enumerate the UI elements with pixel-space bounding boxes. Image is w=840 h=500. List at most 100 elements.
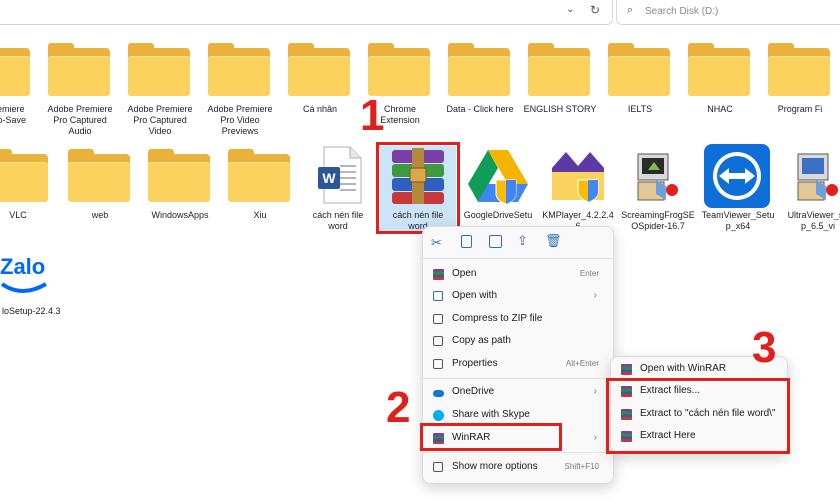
open-with-icon <box>433 291 443 301</box>
folder-icon <box>368 43 430 96</box>
file-label: TeamViewer_Setu p_x64 <box>701 210 775 231</box>
menu-item-shortcut: Alt+Enter <box>565 359 599 368</box>
folder-item[interactable]: web <box>58 149 142 246</box>
folder-item[interactable]: be Premiere ro Auto-Save <box>0 44 42 140</box>
menu-item-label: Show more options <box>452 461 538 472</box>
chevron-right-icon: › <box>593 386 597 397</box>
step-number-1: 1 <box>360 91 385 140</box>
menu-item-label: OneDrive <box>452 386 495 397</box>
folder-label: Xiu <box>253 210 267 220</box>
step-number-2: 2 <box>386 383 411 432</box>
share-icon[interactable]: ⇪ <box>517 233 528 249</box>
folder-item[interactable]: Cá nhân <box>278 43 362 140</box>
installer-icon <box>634 150 682 204</box>
folder-label: web <box>91 210 109 220</box>
folder-icon <box>0 48 30 96</box>
file-item-googledrive[interactable]: GoogleDriveSetu <box>460 146 536 232</box>
menu-item-copy-as-path[interactable]: Copy as path <box>429 331 607 351</box>
folder-icon <box>448 43 510 96</box>
folder-label: Cá nhân <box>302 104 338 114</box>
step-number-3: 3 <box>752 323 777 372</box>
folder-icon <box>228 149 290 202</box>
menu-item-share-skype[interactable]: Share with Skype <box>429 405 607 425</box>
folder-icon <box>208 43 270 96</box>
folder-label: Program Fi <box>777 104 823 114</box>
search-input[interactable]: ⌕ Search Disk (D:) <box>616 0 840 25</box>
folder-icon <box>288 43 350 96</box>
folder-icon <box>688 43 750 96</box>
folder-item[interactable]: Adobe Premiere Pro Captured Video <box>118 43 202 140</box>
menu-item-label: Open with <box>452 290 498 301</box>
file-label: loSetup-22.4.3 <box>2 306 61 316</box>
cut-icon[interactable]: ✂ <box>431 235 442 251</box>
menu-item-open-with[interactable]: Open with › <box>429 286 607 306</box>
folder-label: NHAC <box>707 104 733 114</box>
zalo-logo: Zalo <box>0 254 46 279</box>
copy-icon[interactable] <box>461 235 472 248</box>
refresh-icon[interactable]: ↻ <box>590 3 600 17</box>
menu-item-shortcut: Enter <box>579 269 599 278</box>
folder-label: Data - Click here <box>446 104 514 114</box>
folder-item[interactable]: WindowsApps <box>138 149 222 246</box>
folder-icon <box>68 149 130 202</box>
menu-item-properties[interactable]: Properties Alt+Enter <box>429 354 607 374</box>
menu-item-show-more-options[interactable]: Show more options Shift+F10 <box>429 457 607 477</box>
menu-item-label: Properties <box>452 358 498 369</box>
file-label: ScreamingFrogSE OSpider-16.7 <box>621 210 695 231</box>
search-icon: ⌕ <box>627 4 634 16</box>
file-item-teamviewer[interactable]: TeamViewer_Setu p_x64 <box>700 144 776 232</box>
menu-item-compress-zip[interactable]: Compress to ZIP file <box>429 309 607 329</box>
folder-label: Adobe Premiere Pro Video Previews <box>207 104 273 136</box>
rename-icon[interactable] <box>489 235 502 248</box>
zalo-swoosh-icon <box>0 282 48 293</box>
kmplayer-icon <box>546 146 610 206</box>
chevron-right-icon: › <box>593 290 597 301</box>
address-bar[interactable]: ⌄ ↻ <box>0 0 613 25</box>
chevron-right-icon: › <box>593 432 597 443</box>
file-item-ultraviewer[interactable]: UltraViewer_se p_6.5_vi <box>780 146 840 232</box>
folder-label: VLC <box>9 210 27 220</box>
properties-icon <box>433 359 443 369</box>
file-item-screamingfrog[interactable]: ScreamingFrogSE OSpider-16.7 <box>620 146 696 232</box>
menu-separator <box>423 378 613 379</box>
file-item-kmplayer[interactable]: KMPlayer_4.2.2.4 6 <box>540 146 616 232</box>
folder-item[interactable]: VLC <box>0 149 60 246</box>
chevron-down-icon[interactable]: ⌄ <box>566 4 574 15</box>
folder-label: be Premiere ro Auto-Save <box>0 104 27 125</box>
folder-item[interactable]: Adobe Premiere Pro Captured Audio <box>38 43 122 140</box>
skype-icon <box>433 410 444 421</box>
menu-item-label: Compress to ZIP file <box>452 313 543 324</box>
file-item-zalo[interactable]: Zalo loSetup-22.4.3 <box>0 254 70 318</box>
folder-item[interactable]: ENGLISH STORY <box>518 43 602 140</box>
zip-icon <box>433 314 443 324</box>
menu-item-open[interactable]: Open Enter <box>429 264 607 284</box>
folder-icon <box>608 43 670 96</box>
teamviewer-icon <box>704 144 770 208</box>
menu-separator <box>423 452 613 453</box>
folder-icon <box>48 43 110 96</box>
file-item-word[interactable]: W cách nén file word <box>300 146 376 236</box>
folder-item[interactable]: Xiu <box>218 149 302 246</box>
menu-item-shortcut: Shift+F10 <box>564 462 599 471</box>
folder-item[interactable]: Program Fi <box>758 43 840 140</box>
folder-label: Adobe Premiere Pro Captured Audio <box>47 104 113 136</box>
cloud-icon <box>433 390 444 397</box>
svg-text:W: W <box>322 170 336 186</box>
search-placeholder: Search Disk (D:) <box>645 6 719 17</box>
google-drive-icon <box>466 146 530 206</box>
folder-icon <box>528 43 590 96</box>
folder-item[interactable]: Data - Click here <box>438 43 522 140</box>
menu-item-onedrive[interactable]: OneDrive › <box>429 382 607 402</box>
step-3-highlight <box>606 378 790 454</box>
delete-icon[interactable]: 🗑 <box>545 233 562 249</box>
file-label: cách nén file word <box>312 210 364 231</box>
menu-item-label: Open <box>452 268 477 279</box>
step-2-highlight <box>420 423 562 451</box>
folder-item[interactable]: NHAC <box>678 43 762 140</box>
more-options-icon <box>433 462 443 472</box>
winrar-icon <box>621 364 632 375</box>
folder-item[interactable]: IELTS <box>598 43 682 140</box>
folder-item[interactable]: Adobe Premiere Pro Video Previews <box>198 43 282 140</box>
menu-item-label: Open with WinRAR <box>640 363 727 374</box>
folder-icon <box>128 43 190 96</box>
